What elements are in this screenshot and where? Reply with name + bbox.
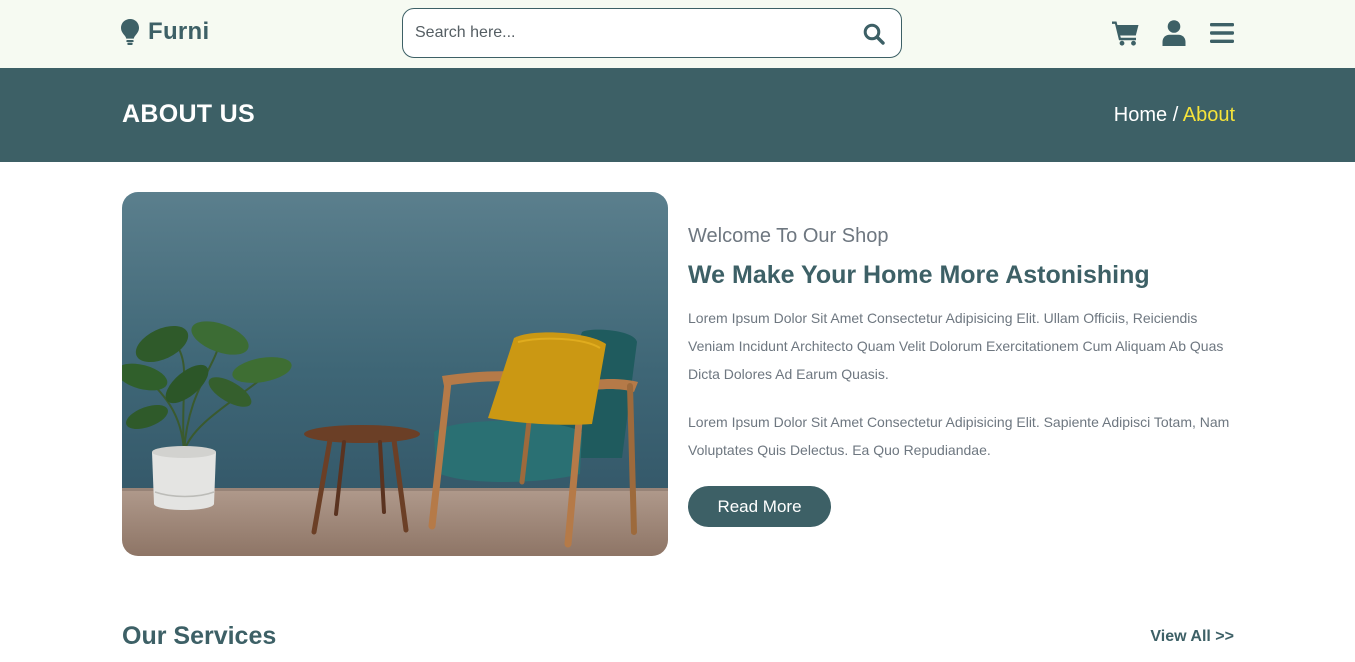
user-icon bbox=[1162, 20, 1186, 46]
breadcrumb-current: About bbox=[1182, 104, 1235, 126]
menu-button[interactable] bbox=[1208, 19, 1236, 47]
about-subtitle: Welcome To Our Shop bbox=[688, 225, 889, 247]
living-room-illustration bbox=[122, 192, 668, 556]
breadcrumb-home-link[interactable]: Home bbox=[1114, 104, 1167, 126]
about-paragraph-1: Lorem Ipsum Dolor Sit Amet Consectetur A… bbox=[688, 310, 1224, 382]
services-title: Our Services bbox=[122, 622, 277, 650]
breadcrumb: Home / About bbox=[1114, 104, 1235, 127]
about-heading: We Make Your Home More Astonishing bbox=[688, 261, 1150, 289]
read-more-button[interactable]: Read More bbox=[688, 486, 831, 527]
breadcrumb-separator: / bbox=[1167, 104, 1183, 126]
lightbulb-icon bbox=[121, 19, 139, 45]
brand-name: Furni bbox=[148, 18, 210, 45]
page-banner: ABOUT US Home / About bbox=[0, 68, 1355, 162]
page-title: ABOUT US bbox=[122, 100, 255, 128]
about-image bbox=[122, 192, 668, 556]
search-input[interactable] bbox=[415, 19, 845, 47]
cart-button[interactable] bbox=[1112, 19, 1140, 47]
search-button[interactable] bbox=[861, 21, 887, 47]
search-bar bbox=[402, 8, 902, 58]
menu-icon bbox=[1210, 23, 1234, 43]
about-paragraph-2: Lorem Ipsum Dolor Sit Amet Consectetur A… bbox=[688, 414, 1230, 458]
brand-logo[interactable]: Furni bbox=[121, 17, 210, 47]
cart-icon bbox=[1112, 21, 1139, 46]
site-header: Furni bbox=[0, 0, 1355, 68]
header-actions bbox=[1112, 18, 1236, 48]
account-button[interactable] bbox=[1160, 19, 1188, 47]
search-icon bbox=[863, 23, 885, 45]
view-all-link[interactable]: View All >> bbox=[1150, 628, 1234, 646]
about-content: Welcome To Our Shop We Make Your Home Mo… bbox=[688, 225, 1238, 464]
